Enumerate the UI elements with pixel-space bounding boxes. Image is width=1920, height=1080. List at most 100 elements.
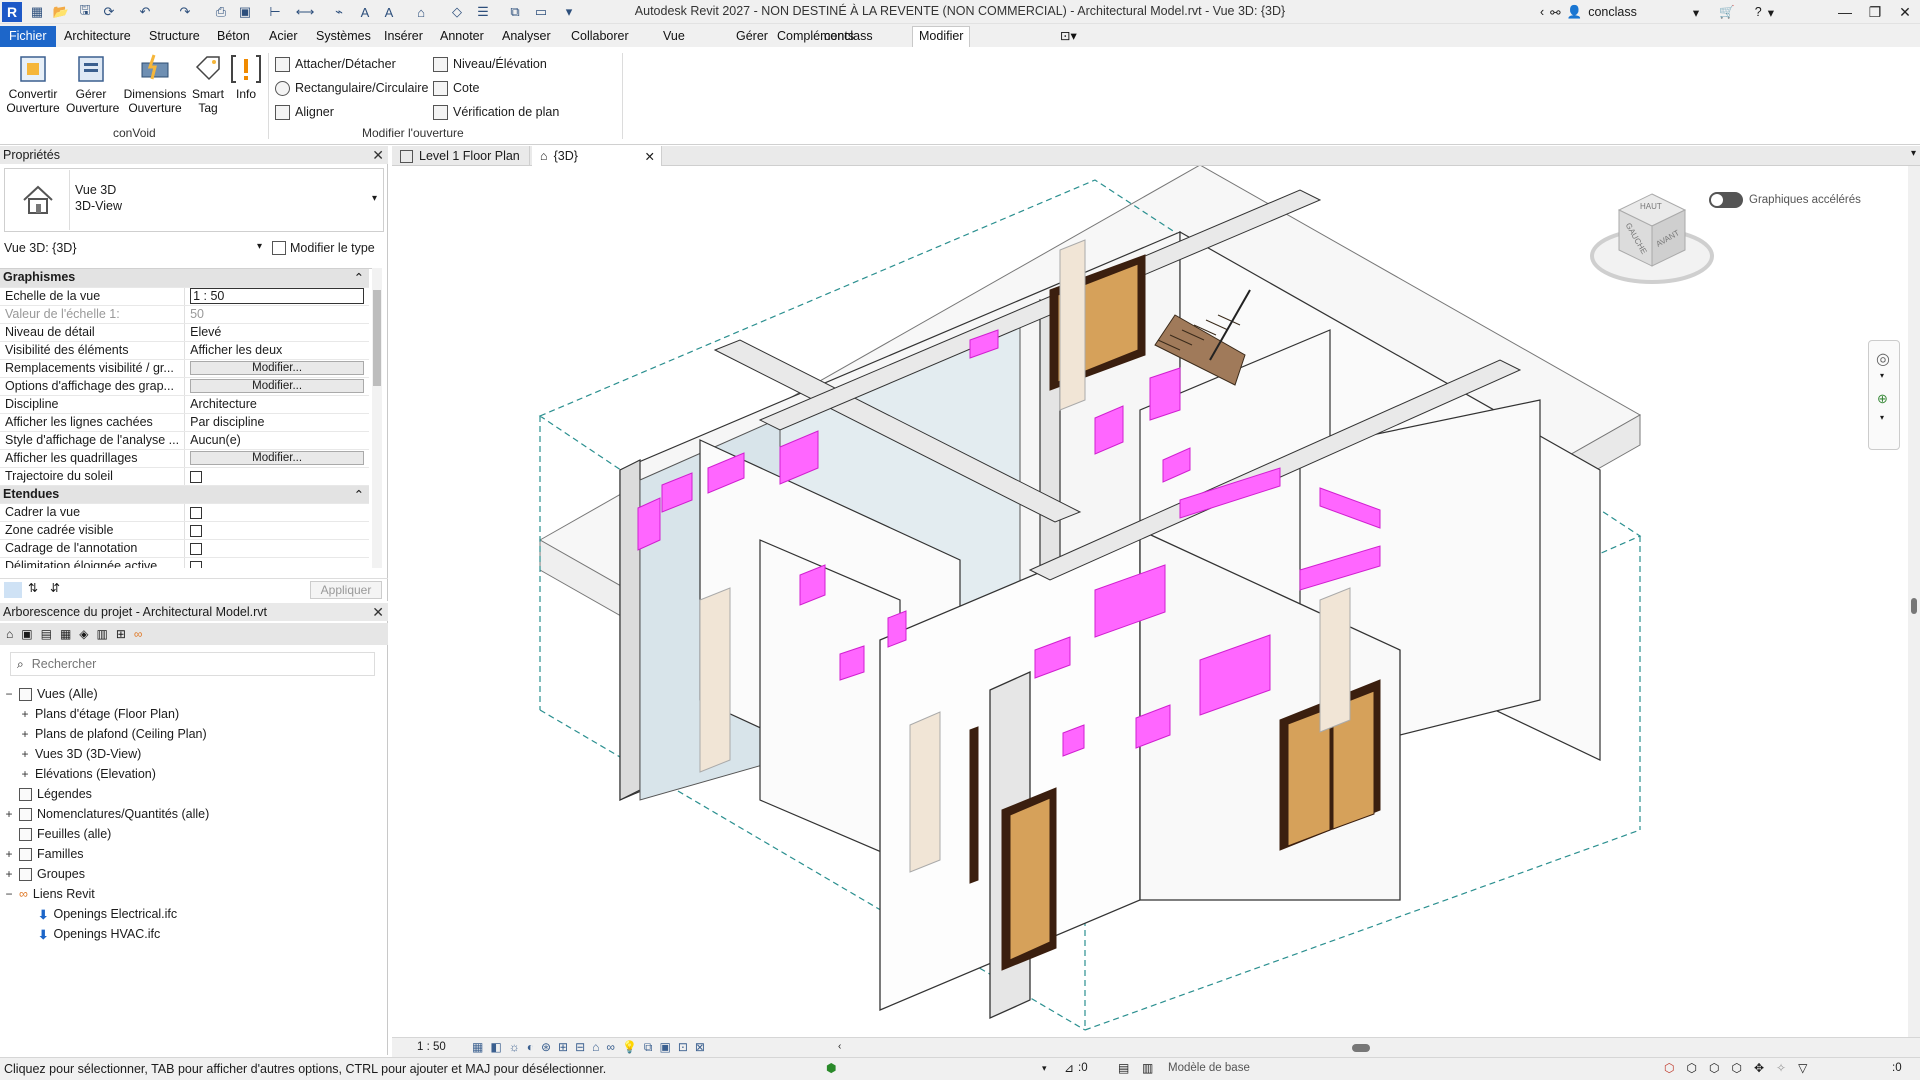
ribbon-options-icon[interactable]: ⊡▾ (1054, 27, 1083, 46)
user-icon[interactable]: 👤 (1567, 5, 1583, 20)
tab-structure[interactable]: Structure (143, 27, 206, 46)
help-icon[interactable]: ? (1755, 5, 1762, 19)
steering-wheel-icon[interactable]: ◎ (1876, 349, 1890, 369)
design-option-icon[interactable]: ▥ (1142, 1061, 1153, 1075)
constraints-icon[interactable]: ⊠ (695, 1040, 705, 1055)
render-icon[interactable]: ⊛ (541, 1040, 551, 1055)
analytical-icon[interactable]: ⊡ (678, 1040, 688, 1055)
sheet-icon[interactable]: ▣ (236, 3, 254, 21)
tree-item-views[interactable]: − Vues (Alle) (4, 685, 97, 703)
background-process-icon[interactable]: ✧ (1776, 1061, 1786, 1075)
design-option-value[interactable]: Modèle de base (1168, 1062, 1250, 1074)
discipline-value[interactable]: Architecture (184, 395, 370, 414)
measure-icon[interactable]: ⊢ (266, 3, 284, 21)
close-icon[interactable]: ✕ (372, 603, 384, 621)
aligner-button[interactable]: Aligner (275, 102, 334, 122)
select-pinned-icon[interactable]: ⬡ (1709, 1061, 1719, 1075)
tree-item-ceiling-plans[interactable]: + Plans de plafond (Ceiling Plan) (20, 725, 206, 743)
undo-icon[interactable]: ↶ (136, 3, 154, 21)
info-button[interactable]: Info (228, 53, 264, 101)
dimension-icon[interactable]: ⟷ (296, 3, 315, 21)
tree-item-floor-plans[interactable]: + Plans d'étage (Floor Plan) (20, 705, 179, 723)
far-clip-checkbox[interactable] (190, 560, 203, 568)
viewport-horizontal-scrollbar[interactable] (852, 1044, 1902, 1052)
tab-analyser[interactable]: Analyser (496, 27, 557, 46)
close-icon[interactable]: ✕ (645, 149, 655, 164)
viewcube[interactable]: HAUT GAUCHE AVANT (1587, 176, 1717, 291)
3d-viewport[interactable]: Graphiques accélérés HAUT GAUCHE AVANT ◎… (392, 166, 1908, 1037)
browser-views-icon[interactable]: ▣ (21, 627, 32, 641)
tree-item-schedules[interactable]: + Nomenclatures/Quantités (alle) (4, 805, 209, 823)
tab-inserer[interactable]: Insérer (378, 27, 429, 46)
smart-tag-button[interactable]: Smart Tag (190, 53, 226, 115)
view-scale[interactable]: 1 : 50 (417, 1041, 446, 1053)
browser-groups-icon[interactable]: ⊞ (116, 627, 126, 641)
sync-icon[interactable]: ⟳ (100, 3, 118, 21)
restore-button[interactable]: ❐ (1860, 0, 1890, 24)
shadows-icon[interactable]: ◐ (527, 1040, 534, 1055)
edit-type-button[interactable]: Modifier le type (272, 241, 375, 255)
attacher-detacher-button[interactable]: Attacher/Détacher (275, 54, 396, 74)
niveau-elevation-button[interactable]: Niveau/Élévation (433, 54, 547, 74)
save-icon[interactable]: 🖫 (76, 2, 94, 21)
chevron-down-icon[interactable]: ▾ (1693, 5, 1699, 20)
browser-families-icon[interactable]: ◈ (79, 627, 88, 641)
tree-item-openings-hvac[interactable]: ⬇ Openings HVAC.ifc (38, 925, 160, 943)
editable-icon[interactable]: ⊿ (1064, 1061, 1074, 1075)
view-scale-input[interactable]: 1 : 50 (190, 288, 365, 304)
close-button[interactable]: ✕ (1890, 0, 1920, 24)
tabs-dropdown-icon[interactable]: ▾ (1911, 148, 1916, 159)
browser-home-icon[interactable]: ⌂ (6, 627, 13, 641)
annotation-crop-checkbox[interactable] (190, 542, 203, 555)
tab-modifier[interactable] (979, 27, 991, 46)
properties-scrollbar[interactable] (372, 268, 382, 568)
select-underlay-icon[interactable]: ⬡ (1686, 1061, 1696, 1075)
crop-visible-checkbox[interactable] (190, 524, 203, 537)
user-name[interactable]: conclass (1588, 5, 1637, 19)
rectangulaire-circulaire-button[interactable]: Rectangulaire/Circulaire (275, 78, 428, 98)
detail-level-icon[interactable]: ▦ (472, 1040, 483, 1055)
vg-overrides-button[interactable]: Modifier... (190, 361, 365, 375)
tab-level1-floor-plan[interactable]: Level 1 Floor Plan (392, 146, 530, 166)
3d-model-view[interactable] (392, 166, 1908, 1037)
convertir-ouverture-button[interactable]: Convertir Ouverture (6, 53, 60, 115)
worksharing-icon[interactable]: ▣ (659, 1040, 670, 1055)
scroll-left-icon[interactable]: ‹ (838, 1041, 841, 1052)
section-graphismes[interactable]: Graphismes ⌃ (0, 269, 370, 288)
thin-lines-icon[interactable]: ☰ (474, 3, 492, 21)
tab-conclass[interactable]: Modifier (912, 26, 971, 47)
redo-icon[interactable]: ↷ (176, 3, 194, 21)
minimize-button[interactable]: — (1830, 0, 1860, 24)
parts-visibility-value[interactable]: Afficher les deux (184, 341, 370, 360)
sun-path-checkbox[interactable] (190, 470, 203, 483)
temp-properties-icon[interactable]: ⧉ (644, 1040, 653, 1055)
3d-view-icon[interactable]: ⌂ (412, 3, 430, 21)
type-selector[interactable]: Vue 3D 3D-View ▾ (4, 168, 384, 232)
tab-complements[interactable]: conclass (818, 27, 879, 46)
instance-filter-select[interactable]: Vue 3D: {3D} ▾ (4, 241, 266, 259)
viewcube-top-label[interactable]: HAUT (1640, 202, 1662, 211)
select-by-face-icon[interactable]: ⬡ (1731, 1061, 1741, 1075)
sort-za-icon[interactable]: ⇵ (50, 581, 60, 595)
cart-icon[interactable]: 🛒 (1719, 5, 1735, 20)
chevron-down-icon[interactable]: ▾ (1880, 371, 1884, 380)
verification-plan-button[interactable]: Vérification de plan (433, 102, 559, 122)
gerer-ouverture-button[interactable]: Gérer Ouverture (66, 53, 119, 115)
tag-icon[interactable]: ⌁ (330, 3, 348, 21)
tab-systemes[interactable]: Systèmes (310, 27, 377, 46)
section-etendues[interactable]: Etendues ⌃ (0, 485, 370, 504)
sort-az-icon[interactable]: ⇅ (28, 581, 38, 595)
browser-links-icon[interactable]: ∞ (134, 627, 143, 641)
apply-button[interactable]: Appliquer (310, 581, 382, 599)
cote-button[interactable]: Cote (433, 78, 479, 98)
tree-item-families[interactable]: + Familles (4, 845, 83, 863)
tab-vue[interactable]: Gérer (730, 27, 774, 46)
chevron-down-icon[interactable]: ▾ (1880, 413, 1884, 422)
help-dropdown-icon[interactable]: ▾ (1768, 5, 1774, 20)
tab-architecture[interactable]: Architecture (58, 27, 137, 46)
analysis-style-value[interactable]: Aucun(e) (184, 431, 370, 450)
temp-hide-icon[interactable]: ∞ (606, 1040, 615, 1055)
browser-legend-icon[interactable]: ▥ (97, 627, 108, 641)
tab-collaborer[interactable]: Vue (657, 27, 691, 46)
tab-acier[interactable]: Acier (263, 27, 303, 46)
